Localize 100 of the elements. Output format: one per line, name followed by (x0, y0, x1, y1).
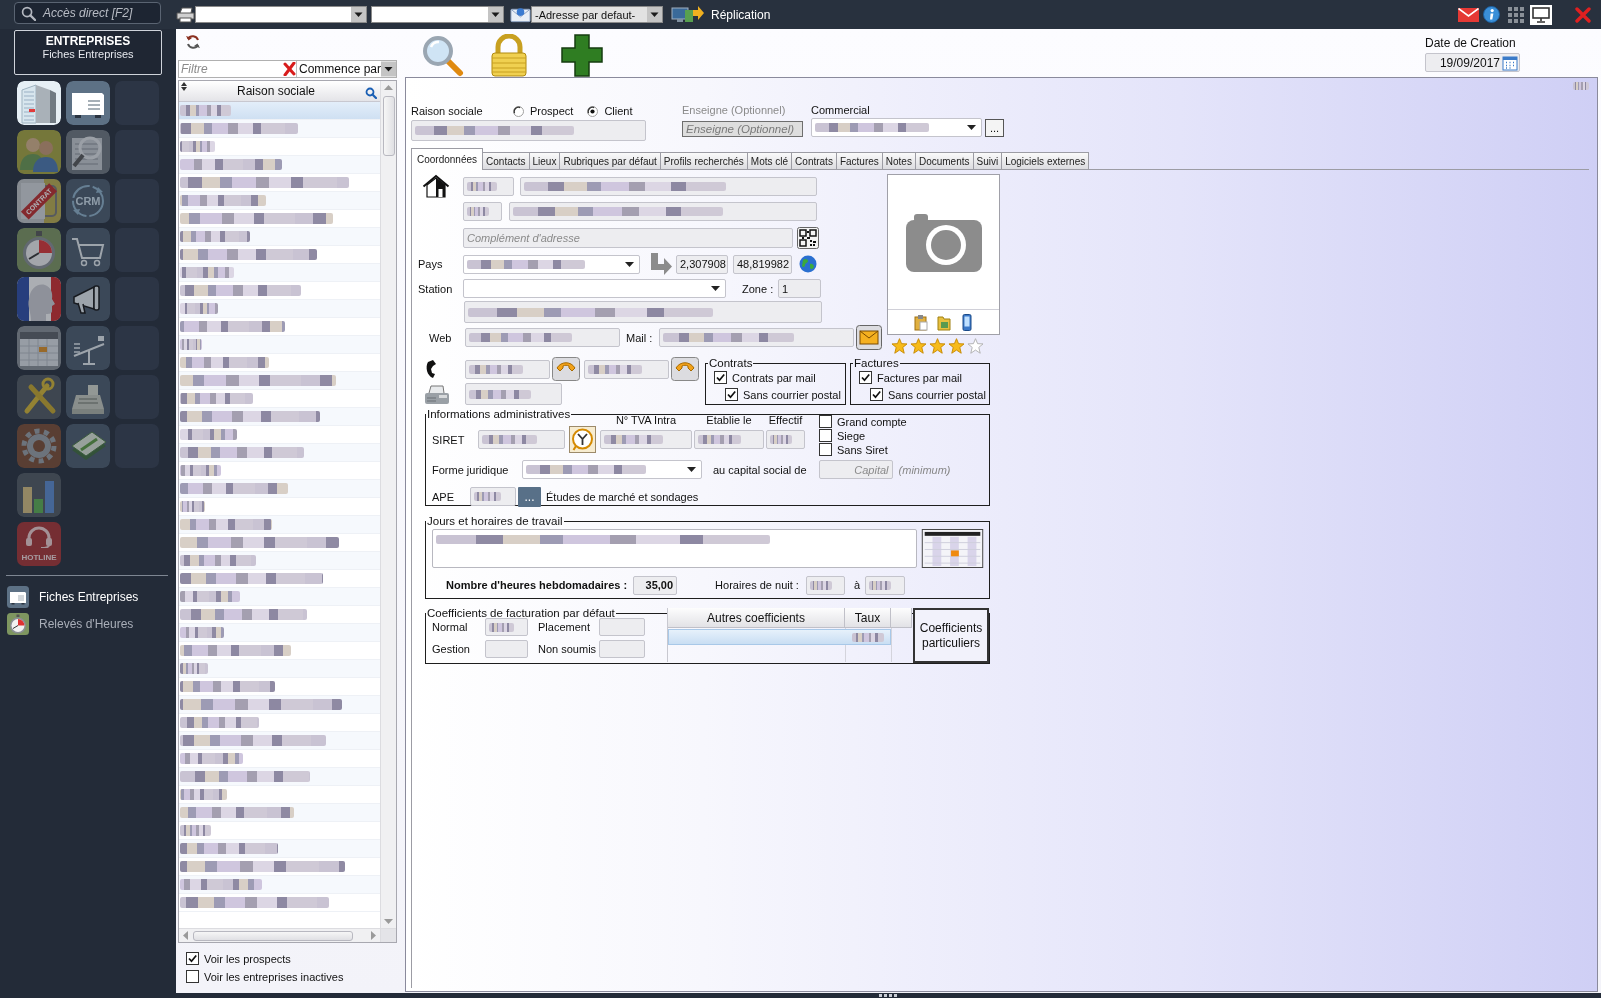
text-field[interactable] (478, 430, 565, 449)
turn-arrow-icon[interactable] (650, 253, 673, 275)
list-row[interactable] (179, 894, 380, 912)
text-field[interactable] (659, 328, 854, 347)
hotline-button[interactable]: HOTLINE (17, 522, 61, 566)
list-row[interactable] (179, 174, 380, 192)
calendar-icon[interactable] (17, 326, 61, 370)
text-field[interactable] (470, 487, 516, 506)
tab[interactable]: Profils recherchés (659, 152, 748, 169)
text-field[interactable] (485, 618, 528, 636)
mobile-phone-icon[interactable] (959, 313, 974, 331)
phone-call-icon[interactable] (671, 357, 699, 381)
list-row[interactable] (179, 768, 380, 786)
checkbox-label[interactable]: Sans courrier postal (743, 388, 841, 401)
magnifier-document-icon[interactable] (66, 130, 110, 174)
banknotes-icon[interactable] (66, 424, 110, 468)
vertical-scrollbar[interactable] (380, 81, 396, 928)
list-row[interactable] (179, 480, 380, 498)
dropdown[interactable] (463, 254, 640, 274)
profile-head-icon[interactable] (17, 277, 61, 321)
phone-call-icon[interactable] (552, 357, 580, 381)
checkbox-label[interactable]: Factures par mail (877, 371, 962, 384)
cart-icon[interactable] (66, 228, 110, 272)
cash-register-icon[interactable] (66, 375, 110, 419)
checkbox-label[interactable]: Sans Siret (837, 443, 888, 456)
checkbox[interactable] (819, 415, 832, 428)
checkbox-label[interactable]: Sans courrier postal (888, 388, 986, 401)
checkbox-label[interactable]: Siege (837, 429, 866, 442)
coefficients-button[interactable]: Coefficients particuliers (913, 608, 989, 663)
text-field[interactable] (465, 328, 620, 347)
text-field[interactable] (584, 359, 669, 379)
table-row[interactable] (668, 629, 891, 645)
picture-folder-icon[interactable] (936, 313, 951, 331)
tab[interactable]: Contrats (791, 152, 837, 169)
checkbox[interactable] (725, 388, 738, 401)
text-field[interactable] (805, 575, 845, 595)
list-row[interactable] (179, 876, 380, 894)
text-field[interactable] (600, 430, 692, 449)
list-row[interactable] (179, 444, 380, 462)
monitor-icon[interactable] (1530, 4, 1552, 25)
radio-label[interactable]: Client (604, 105, 633, 117)
search-icon[interactable] (421, 34, 465, 77)
megaphone-icon[interactable] (66, 277, 110, 321)
scrollbar-thumb[interactable] (382, 96, 395, 156)
list-row[interactable] (179, 408, 380, 426)
globe-icon[interactable] (799, 255, 817, 273)
replication-button[interactable]: Réplication (671, 5, 771, 24)
checkbox[interactable] (819, 429, 832, 442)
padlock-icon[interactable] (488, 34, 530, 77)
checkbox[interactable] (186, 952, 199, 965)
text-field[interactable]: 1 (778, 279, 821, 298)
text-field[interactable] (694, 430, 764, 449)
text-field[interactable] (766, 430, 805, 449)
text-field[interactable]: 35,00 (633, 575, 678, 595)
tab[interactable]: Documents (914, 152, 974, 169)
dropdown[interactable] (522, 460, 702, 479)
y-symbol-icon[interactable] (569, 426, 596, 453)
radio-label[interactable]: Prospect (530, 105, 574, 117)
tab[interactable]: Contacts (482, 152, 530, 169)
checkbox[interactable] (714, 371, 727, 384)
dropdown[interactable] (811, 118, 982, 137)
text-field[interactable]: 2,307908 (676, 254, 728, 274)
text-field[interactable] (865, 575, 905, 595)
date-field[interactable]: 19/09/2017 (1425, 53, 1520, 72)
dropdown[interactable] (195, 6, 367, 23)
tab[interactable]: Rubriques par défaut (559, 152, 661, 169)
calendar-grid-icon[interactable] (921, 529, 984, 568)
text-field[interactable] (463, 201, 502, 221)
checkbox-label[interactable]: Grand compte (837, 415, 907, 428)
grid-icon[interactable] (1508, 6, 1524, 23)
tools-icon[interactable] (17, 375, 61, 419)
list-row[interactable] (179, 696, 380, 714)
envelope-icon[interactable] (856, 325, 882, 350)
balance-icon[interactable] (66, 326, 110, 370)
list-row[interactable] (179, 372, 380, 390)
list-row[interactable] (179, 264, 380, 282)
dropdown[interactable] (463, 279, 726, 298)
list-row[interactable] (179, 192, 380, 210)
horizontal-scrollbar[interactable] (179, 928, 380, 942)
more-button[interactable]: ... (985, 118, 1004, 137)
qr-code-icon[interactable] (797, 227, 819, 249)
text-field[interactable] (599, 618, 645, 636)
people-icon[interactable] (17, 130, 61, 174)
checkbox[interactable] (186, 970, 199, 983)
text-field[interactable] (465, 383, 562, 405)
checkbox-label[interactable]: Voir les prospects (204, 952, 291, 965)
checkbox[interactable] (859, 371, 872, 384)
building-icon[interactable] (17, 81, 61, 125)
text-field[interactable] (520, 176, 817, 196)
refresh-icon[interactable] (185, 34, 201, 50)
dropdown[interactable]: -Adresse par defaut- (531, 6, 663, 23)
list-row[interactable] (179, 120, 380, 138)
list-row[interactable] (179, 840, 380, 858)
checkbox-label[interactable]: Voir les entreprises inactives (204, 970, 344, 983)
list-row[interactable] (179, 732, 380, 750)
more-button[interactable]: ... (518, 486, 541, 507)
nav-item[interactable]: Relevés d'Heures (0, 610, 176, 637)
column-header[interactable]: Taux (845, 608, 891, 628)
dropdown[interactable] (371, 6, 504, 23)
search-field[interactable]: Accès direct [F2] (14, 2, 161, 24)
